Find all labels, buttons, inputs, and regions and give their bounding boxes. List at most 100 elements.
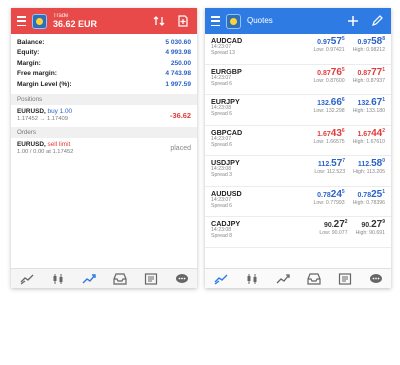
trade-nav-icon[interactable] — [273, 271, 293, 287]
bid-price: 1.67436 — [314, 128, 345, 139]
summary-row-margin: Margin: 250.00 — [17, 59, 191, 69]
hamburger-icon[interactable] — [211, 15, 220, 27]
quote-info: AUDUSD 14:23:07 Spread 6 — [211, 189, 242, 215]
price-prefix: 112. — [317, 161, 332, 168]
quote-info: EURJPY 14:23:08 Spread 6 — [211, 98, 240, 123]
quote-spread: Spread 8 — [211, 233, 233, 240]
order-row[interactable]: EURUSD, sell limit 1.00 / 0.00 at 1.1745… — [11, 138, 197, 158]
ask-price: 0.78251 — [353, 189, 385, 200]
news-nav-icon[interactable] — [335, 271, 355, 287]
quote-spread: Spread 6 — [211, 141, 233, 148]
price-prefix: 90. — [323, 222, 334, 229]
hamburger-icon[interactable] — [17, 15, 26, 27]
plus-icon[interactable] — [345, 13, 361, 29]
quote-bid: 112.577 Low: 112.523 — [314, 159, 345, 184]
high-label: High: 0.78396 — [352, 199, 385, 206]
quote-row[interactable]: CADJPY 14:23:08 Spread 8 90.272 Low: 90.… — [205, 217, 391, 248]
quote-ask: 0.97588 High: 0.98212 — [353, 37, 385, 62]
quotes-nav-icon[interactable] — [211, 271, 231, 287]
quotes-title: Quotes — [247, 17, 337, 25]
price-pips: 27 — [333, 219, 345, 230]
app-logo — [226, 13, 241, 29]
summary-value: 1 997.59 — [165, 80, 191, 88]
low-label: Low: 0.87600 — [313, 77, 345, 84]
quote-bid: 90.272 Low: 90.077 — [319, 220, 347, 245]
chat-nav-icon[interactable] — [172, 271, 192, 287]
summary-row-free-margin: Free margin: 4 743.98 — [17, 69, 191, 79]
order-symbol: EURUSD, — [17, 141, 46, 149]
position-action: buy 1.00 — [47, 108, 73, 116]
bottom-nav — [11, 268, 197, 288]
quote-symbol: CADJPY — [211, 219, 241, 228]
quote-prices: 0.87765 Low: 0.87600 0.87771 High: 0.879… — [313, 66, 385, 93]
quote-row[interactable]: GBPCAD 14:23:07 Spread 6 1.67436 Low: 1.… — [205, 126, 391, 156]
quote-spread: Spread 3 — [211, 172, 233, 179]
quote-row[interactable]: AUDCAD 14:23:07 Spread 13 0.97575 Low: 0… — [205, 34, 391, 65]
pencil-icon[interactable] — [369, 13, 385, 29]
sort-arrows-icon[interactable] — [151, 13, 167, 29]
quote-symbol: EURJPY — [211, 97, 240, 106]
ask-price: 132.671 — [353, 98, 385, 108]
bid-price: 90.272 — [319, 219, 348, 230]
quote-row[interactable]: AUDUSD 14:23:07 Spread 6 0.78245 Low: 0.… — [205, 187, 391, 217]
price-pips: 27 — [371, 219, 383, 230]
order-title: EURUSD, sell limit — [17, 141, 73, 148]
quotes-nav-icon[interactable] — [17, 271, 37, 287]
trade-nav-icon[interactable] — [79, 271, 99, 287]
quote-row[interactable]: EURGBP 14:23:07 Spread 6 0.87765 Low: 0.… — [205, 65, 391, 95]
price-fraction: 5 — [341, 188, 345, 195]
order-action: sell limit — [47, 141, 71, 149]
trade-title-small: Trade — [53, 13, 69, 19]
bid-price: 0.78245 — [314, 188, 345, 200]
high-label: High: 90.691 — [355, 230, 385, 236]
position-row[interactable]: EURUSD, buy 1.00 1.17452 → 1.17409 -36.6… — [11, 105, 197, 125]
app-logo — [32, 13, 47, 29]
low-label: Low: 112.523 — [314, 169, 346, 175]
price-pips: 24 — [330, 188, 342, 200]
summary-label: Margin Level (%): — [17, 80, 72, 88]
history-nav-icon[interactable] — [110, 271, 130, 287]
chat-nav-icon[interactable] — [366, 271, 386, 287]
chart-nav-icon[interactable] — [48, 271, 68, 287]
low-label: Low: 0.77993 — [313, 199, 345, 206]
quote-ask: 132.671 High: 133.180 — [353, 98, 385, 123]
price-prefix: 132. — [357, 100, 372, 107]
high-label: High: 1.67610 — [352, 138, 385, 145]
position-profit: -36.62 — [170, 110, 191, 120]
history-nav-icon[interactable] — [304, 271, 324, 287]
summary-label: Margin: — [17, 59, 41, 67]
news-nav-icon[interactable] — [141, 271, 161, 287]
quote-prices: 1.67436 Low: 1.66575 1.67442 High: 1.676… — [314, 127, 385, 154]
quote-bid: 0.87765 Low: 0.87600 — [313, 66, 345, 93]
price-fraction: 1 — [382, 66, 385, 73]
price-fraction: 9 — [382, 219, 385, 225]
summary-row-balance: Balance: 5 030.60 — [17, 38, 191, 48]
quote-row[interactable]: EURJPY 14:23:08 Spread 6 132.666 Low: 13… — [205, 95, 391, 126]
quote-prices: 90.272 Low: 90.077 90.279 High: 90.691 — [319, 220, 385, 245]
price-fraction: 8 — [382, 36, 385, 42]
quote-bid: 1.67436 Low: 1.66575 — [314, 128, 345, 154]
ask-price: 0.87771 — [353, 66, 385, 78]
quote-row[interactable]: USDJPY 14:23:08 Spread 3 112.577 Low: 11… — [205, 156, 391, 187]
trade-top-bar: Trade 36.62 EUR — [11, 8, 197, 34]
price-prefix: 1.67 — [317, 130, 331, 138]
price-pips: 57 — [331, 158, 343, 169]
ask-price: 1.67442 — [353, 127, 385, 139]
price-fraction: 5 — [341, 66, 345, 73]
quote-ask: 0.87771 High: 0.87937 — [353, 66, 385, 93]
bid-price: 112.577 — [314, 159, 345, 169]
quote-bid: 0.97575 Low: 0.97421 — [314, 37, 345, 62]
quote-info: USDJPY 14:23:08 Spread 3 — [211, 159, 240, 184]
account-summary: Balance: 5 030.60 Equity: 4 993.98 Margin:… — [11, 34, 197, 92]
trade-screen: Trade 36.62 EUR Balance: 5 030.60 Equity:… — [11, 8, 197, 288]
new-order-icon[interactable] — [175, 13, 191, 29]
quote-bid: 132.666 Low: 132.298 — [314, 98, 345, 123]
trade-title: Trade 36.62 EUR — [53, 13, 143, 29]
quote-spread: Spread 6 — [211, 111, 233, 118]
price-prefix: 90. — [361, 222, 372, 229]
quote-prices: 0.97575 Low: 0.97421 0.97588 High: 0.982… — [314, 37, 385, 62]
price-fraction: 2 — [382, 127, 385, 134]
chart-nav-icon[interactable] — [242, 271, 262, 287]
price-pips: 58 — [371, 158, 383, 169]
summary-value: 250.00 — [170, 59, 191, 67]
